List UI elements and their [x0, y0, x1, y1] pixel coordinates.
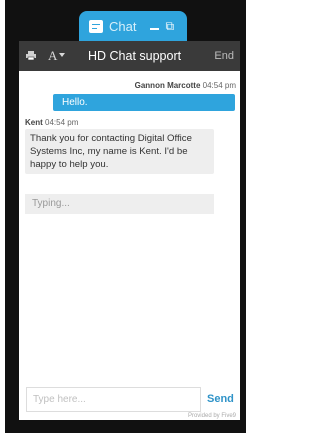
chat-tab-label: Chat [109, 18, 137, 34]
end-chat-button[interactable]: End [214, 50, 234, 62]
popout-icon[interactable]: ⧉ [165, 19, 174, 34]
chat-title: HD Chat support [88, 49, 182, 63]
message-meta: Kent 04:54 pm [25, 118, 78, 127]
outgoing-message: Hello. [53, 94, 235, 111]
message-input[interactable] [26, 387, 201, 412]
send-button[interactable]: Send [207, 393, 234, 405]
chat-tab[interactable]: Chat ⧉ [79, 11, 187, 41]
message-time: 04:54 pm [202, 81, 236, 90]
chat-window: A HD Chat support End Gannon Marcotte 04… [19, 41, 240, 420]
message-meta: Gannon Marcotte 04:54 pm [135, 81, 236, 90]
minimize-icon[interactable] [150, 28, 160, 30]
powered-by-text: Provided by Five9 [187, 413, 236, 419]
chat-header: A HD Chat support End [19, 41, 240, 71]
chevron-down-icon[interactable] [59, 53, 65, 57]
message-time: 04:54 pm [45, 118, 79, 127]
print-icon[interactable] [26, 51, 36, 60]
chat-bubble-icon [89, 19, 103, 33]
message-sender: Gannon Marcotte [134, 81, 201, 90]
message-sender: Kent [25, 118, 43, 127]
incoming-message: Thank you for contacting Digital Office … [25, 129, 214, 174]
font-size-icon[interactable]: A [48, 48, 57, 64]
typing-indicator: Typing... [25, 194, 214, 214]
